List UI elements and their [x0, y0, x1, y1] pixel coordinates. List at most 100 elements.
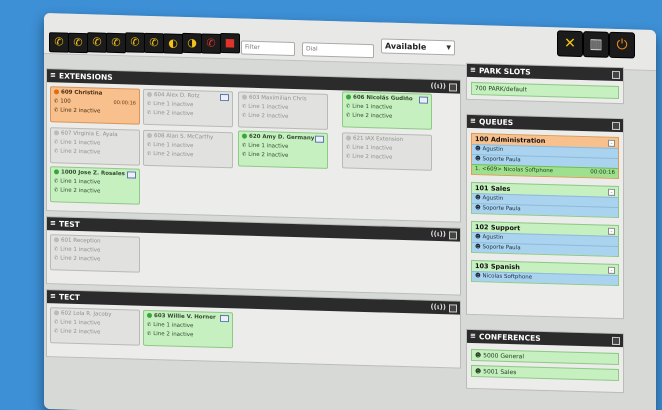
park-slot-label: 700 PARK/default: [475, 85, 527, 94]
queue-member-name: Agustin: [482, 146, 504, 153]
extension-name-text: 620 Amy D. Germany: [249, 133, 315, 142]
conference-room[interactable]: ☻ 5001 Sales: [471, 364, 619, 382]
dial-input[interactable]: [302, 42, 374, 59]
extension-card[interactable]: 609 Christina ✆ 100 ✆ Line 2 inactive 00:00:1…: [50, 86, 140, 125]
book-button[interactable]: ▥: [583, 31, 609, 58]
record-icon: ■: [224, 36, 236, 50]
queues-header[interactable]: ≡ QUEUES: [467, 114, 623, 133]
filter-input[interactable]: [241, 40, 295, 57]
line-phone-icon: ✆: [147, 330, 152, 337]
waiting-caller: 1. <609> Nicolas Softphone: [475, 166, 554, 175]
line-status-text: Line 2 inactive: [60, 148, 101, 156]
extension-card[interactable]: 1000 Jose Z. Rosales ✆ Line 1 inactive ✆ Lin…: [50, 166, 140, 205]
voicemail-icon[interactable]: [127, 171, 136, 179]
status-dot-icon: [346, 94, 351, 100]
queue-card[interactable]: 101 Sales – ☻ Agustin ☻ Soporte Paula: [471, 181, 619, 219]
queues-panel: ≡ QUEUES 100 Administration – ☻ Agustin ☻ S…: [466, 113, 624, 320]
phone-button[interactable]: ✆: [49, 32, 69, 53]
status-dot-icon: [242, 94, 247, 100]
line-status-text: Line 2 inactive: [60, 187, 101, 195]
minimize-icon[interactable]: –: [608, 188, 615, 196]
voicemail-icon[interactable]: [315, 135, 324, 143]
queue-member-name: Soporte Paula: [482, 244, 521, 252]
status-select[interactable]: Available ▼: [381, 38, 455, 56]
phone-voicemail-button[interactable]: ✆: [125, 32, 145, 54]
window-toggle-icon[interactable]: [612, 121, 620, 131]
queue-member-name: Soporte Paula: [482, 205, 521, 213]
extension-card[interactable]: 620 Amy D. Germany ✆ Line 1 inactive ✆ Line …: [238, 130, 328, 169]
drag-handle-icon: ≡: [50, 71, 56, 80]
line-status-text: Line 1 inactive: [60, 178, 101, 186]
conference-icon: ☻: [475, 352, 484, 360]
antenna-icon: ((ι)): [430, 81, 446, 91]
line-status: ✆ Line 2 inactive: [242, 151, 324, 162]
window-toggle-icon[interactable]: [612, 70, 620, 80]
phone-conference-button[interactable]: ✆: [106, 32, 126, 54]
line-status-text: Line 1 inactive: [153, 142, 194, 150]
phone-forward-button[interactable]: ✆: [87, 32, 107, 53]
line-status: ✆ Line 2 inactive: [54, 254, 136, 265]
line-status: ✆ Line 2 inactive: [147, 330, 229, 341]
queue-card[interactable]: 103 Spanish – ☻ Nicolas Softphone: [471, 259, 619, 287]
desktop-background: ✆ ✆ ✆ ✆ ✆ ✆ ◐ ◑ ✆ ■ Available ▼ ✕ ▥ ⏻ ≡ EXTENSION…: [0, 0, 662, 410]
hangup-button[interactable]: ✆: [201, 33, 221, 54]
window-toggle-icon[interactable]: [449, 83, 457, 92]
extension-name-text: 602 Lola R. Jacoby: [61, 310, 112, 318]
line-status-text: Line 2 inactive: [60, 255, 101, 263]
minimize-icon[interactable]: –: [608, 227, 615, 235]
power-icon: ⏻: [616, 36, 628, 54]
minimize-icon[interactable]: –: [608, 139, 615, 147]
line-status-text: Line 2 inactive: [248, 151, 289, 159]
phone-voicemail-icon: ✆: [130, 35, 140, 50]
phone-pickup-button[interactable]: ✆: [144, 32, 164, 54]
extension-card[interactable]: 601 Reception ✆ Line 1 inactive ✆ Line 2 ina…: [50, 234, 140, 273]
voicemail-icon[interactable]: [220, 93, 229, 102]
park-slot[interactable]: 700 PARK/default: [471, 81, 619, 100]
line-status-text: Line 1 inactive: [153, 322, 194, 330]
voicemail-icon[interactable]: [220, 314, 229, 323]
status-dot-icon: [147, 132, 152, 139]
extension-card[interactable]: 604 Alex D. Rotz ✆ Line 1 inactive ✆ Line 2 …: [143, 88, 233, 128]
conferences-header[interactable]: ≡ CONFERENCES: [467, 329, 623, 348]
line-status: ✆ Line 2 inactive: [147, 109, 229, 120]
extension-name-text: 607 Virginia E. Ayala: [61, 130, 118, 139]
drag-handle-icon: ≡: [50, 219, 56, 228]
window-toggle-icon[interactable]: [449, 304, 457, 313]
extension-card[interactable]: 621 IAX Extension ✆ Line 1 inactive ✆ Line 2…: [342, 132, 432, 171]
status-dot-icon: [147, 91, 152, 98]
tect-title: TECT: [59, 292, 80, 303]
test-panel: ≡ TEST ((ι)) 601 Reception ✆ Line 1 inacti…: [46, 216, 461, 296]
antenna-icon: ((ι)): [430, 302, 446, 312]
extension-card[interactable]: 603 Maximilian Chris ✆ Line 1 inactive ✆ Lin…: [238, 91, 328, 130]
conference-room[interactable]: ☻ 5000 General: [471, 348, 619, 366]
extensions-panel: ≡ EXTENSIONS ((ι)) 609 Christina ✆ 100 ✆ Lin…: [46, 68, 461, 223]
phone-pickup-icon: ✆: [149, 35, 159, 50]
extension-card[interactable]: 608 Alan S. McCarthy ✆ Line 1 inactive ✆ Lin…: [143, 129, 233, 169]
extension-name-text: 621 IAX Extension: [353, 135, 404, 144]
extension-card[interactable]: 602 Lola R. Jacoby ✆ Line 1 inactive ✆ Line …: [50, 307, 140, 346]
minimize-icon[interactable]: –: [608, 266, 615, 274]
park-slots-header[interactable]: ≡ PARK SLOTS: [467, 63, 623, 82]
conference-room-label: 5001 Sales: [483, 368, 517, 377]
line-phone-icon: ✆: [346, 112, 351, 119]
power-button[interactable]: ⏻: [609, 31, 635, 59]
phone-transfer-button[interactable]: ✆: [68, 32, 88, 53]
line-status-text: Line 1 inactive: [352, 144, 393, 152]
queue-card[interactable]: 100 Administration – ☻ Agustin ☻ Soporte Pa…: [471, 132, 619, 180]
chevron-down-icon: ▼: [446, 44, 451, 52]
ear-whisper-button[interactable]: ◑: [182, 33, 202, 54]
queue-card[interactable]: 102 Support – ☻ Agustin ☻ Soporte Paula: [471, 220, 619, 258]
record-button[interactable]: ■: [220, 33, 240, 54]
extension-card[interactable]: 603 Willie V. Horner ✆ Line 1 inactive ✆ Lin…: [143, 309, 233, 349]
extension-card[interactable]: 606 Nicolás Gudiño ✆ Line 1 inactive ✆ Line …: [342, 91, 432, 130]
tools-button[interactable]: ✕: [557, 30, 583, 58]
status-dot-icon: [54, 169, 59, 175]
voicemail-icon[interactable]: [419, 96, 428, 104]
line-phone-icon: ✆: [54, 107, 59, 114]
extension-card[interactable]: 607 Virginia E. Ayala ✆ Line 1 inactive ✆ Li…: [50, 127, 140, 166]
window-toggle-icon[interactable]: [449, 231, 457, 240]
operator-panel-window: ✆ ✆ ✆ ✆ ✆ ✆ ◐ ◑ ✆ ■ Available ▼ ✕ ▥ ⏻ ≡ EXTENSION…: [44, 13, 656, 410]
ear-button[interactable]: ◐: [163, 32, 183, 54]
window-toggle-icon[interactable]: [612, 336, 620, 346]
line-phone-icon: ✆: [147, 150, 152, 157]
